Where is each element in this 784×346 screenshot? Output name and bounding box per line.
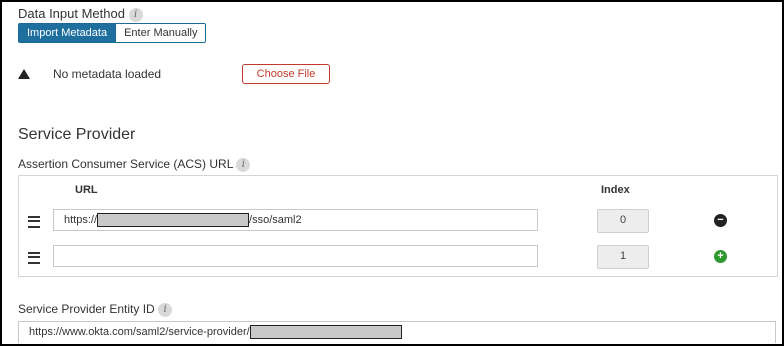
service-provider-title: Service Provider [18, 126, 136, 143]
acs-url-suffix: /sso/saml2 [249, 214, 302, 226]
warning-icon [18, 69, 30, 79]
entity-id-label: Service Provider Entity ID [18, 302, 155, 316]
entity-id-heading: Service Provider Entity ID i [18, 302, 173, 317]
acs-url-input[interactable]: https:// /sso/saml2 [53, 209, 538, 231]
tab-import-metadata[interactable]: Import Metadata [19, 24, 116, 42]
drag-handle-icon[interactable] [28, 216, 40, 228]
info-icon[interactable]: i [236, 157, 251, 172]
acs-url-input[interactable] [53, 245, 538, 267]
entity-id-value: https://www.okta.com/saml2/service-provi… [29, 326, 250, 338]
url-column-header: URL [75, 184, 98, 196]
data-input-method-label: Data Input Method [18, 6, 125, 21]
acs-heading: Assertion Consumer Service (ACS) URL i [18, 157, 251, 172]
saml-settings-panel: Data Input Method i Import Metadata Ente… [0, 0, 784, 346]
acs-index-field[interactable]: 1 [597, 245, 649, 269]
acs-label: Assertion Consumer Service (ACS) URL [18, 157, 233, 171]
plus-circle-icon[interactable]: + [714, 250, 727, 263]
minus-circle-icon[interactable]: − [714, 214, 727, 227]
tab-enter-manually[interactable]: Enter Manually [115, 24, 206, 42]
acs-index-field[interactable]: 0 [597, 209, 649, 233]
info-icon[interactable]: i [158, 302, 173, 317]
redacted-entity-suffix [249, 325, 402, 340]
data-input-method-toggle: Import Metadata Enter Manually [18, 23, 207, 43]
acs-url-prefix: https:// [64, 214, 98, 226]
metadata-status: No metadata loaded [53, 67, 162, 81]
acs-table: URL Index https:// /sso/saml2 0 − 1 + [18, 175, 778, 277]
info-icon[interactable]: i [128, 7, 143, 22]
choose-file-button[interactable]: Choose File [242, 64, 330, 84]
entity-id-input[interactable]: https://www.okta.com/saml2/service-provi… [18, 321, 776, 343]
index-column-header: Index [601, 184, 630, 196]
data-input-method-heading: Data Input Method i [18, 6, 143, 22]
drag-handle-icon[interactable] [28, 252, 40, 264]
redacted-host [97, 213, 250, 228]
